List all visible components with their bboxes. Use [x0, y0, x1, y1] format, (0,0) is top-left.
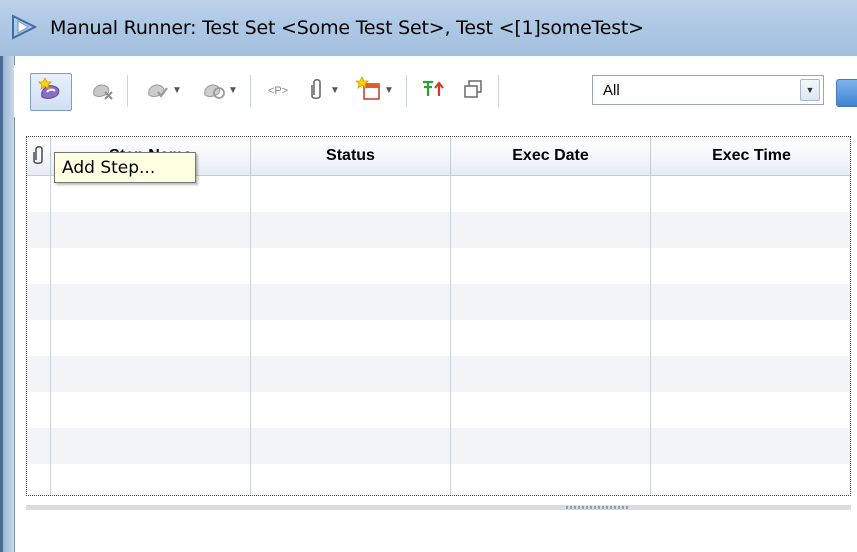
delete-step-button[interactable] [86, 73, 120, 109]
column-header-exec-date[interactable]: Exec Date [451, 137, 651, 175]
parameters-button[interactable]: <P> [260, 73, 296, 109]
pass-selected-button[interactable]: ▼ [138, 73, 188, 109]
table-row [27, 212, 850, 248]
fail-selected-icon [200, 75, 228, 108]
splitter-grip-icon[interactable] [566, 506, 630, 509]
table-row [27, 464, 850, 495]
toolbar-action-button[interactable] [836, 79, 857, 107]
toolbar: ▼ ▼ <P> ▼ ▼ All ▼ [14, 65, 857, 117]
new-defect-dropdown-caret-icon[interactable]: ▼ [384, 86, 394, 96]
table-row [27, 428, 850, 464]
new-defect-button[interactable]: ▼ [352, 73, 398, 109]
attachment-column-header[interactable] [27, 137, 51, 175]
pin-icon [420, 78, 446, 105]
column-header-exec-time[interactable]: Exec Time [651, 137, 850, 175]
parameters-icon: <P> [267, 85, 289, 97]
reset-button[interactable] [416, 73, 450, 109]
window-title: Manual Runner: Test Set <Some Test Set>,… [50, 17, 644, 39]
pass-dropdown-caret-icon[interactable]: ▼ [172, 86, 182, 96]
window-left-border [0, 56, 14, 552]
title-bar: Manual Runner: Test Set <Some Test Set>,… [0, 0, 857, 56]
filter-select[interactable]: All ▼ [592, 75, 824, 105]
filter-dropdown-arrow-icon[interactable]: ▼ [800, 79, 820, 101]
app-play-icon [10, 14, 38, 40]
pane-splitter[interactable] [26, 505, 851, 510]
pass-selected-icon [144, 75, 172, 108]
add-step-tooltip: Add Step... [54, 152, 196, 183]
column-header-status[interactable]: Status [251, 137, 451, 175]
table-row [27, 356, 850, 392]
table-row [27, 284, 850, 320]
table-row [27, 248, 850, 284]
attachments-button[interactable]: ▼ [304, 73, 346, 109]
restore-button[interactable] [458, 73, 488, 109]
add-step-icon [36, 75, 66, 110]
grid-body [27, 176, 850, 495]
table-row [27, 392, 850, 428]
fail-dropdown-caret-icon[interactable]: ▼ [228, 86, 238, 96]
table-row [27, 320, 850, 356]
steps-grid[interactable]: Step Name Status Exec Date Exec Time [26, 136, 851, 496]
paperclip-header-icon [33, 145, 45, 170]
fail-selected-button[interactable]: ▼ [194, 73, 244, 109]
paperclip-icon [310, 77, 324, 106]
restore-window-icon [463, 79, 483, 104]
filter-value: All [603, 82, 620, 99]
new-defect-icon [355, 75, 384, 108]
attachments-dropdown-caret-icon[interactable]: ▼ [330, 86, 340, 96]
delete-step-icon [89, 75, 117, 108]
add-step-button[interactable] [30, 73, 72, 111]
